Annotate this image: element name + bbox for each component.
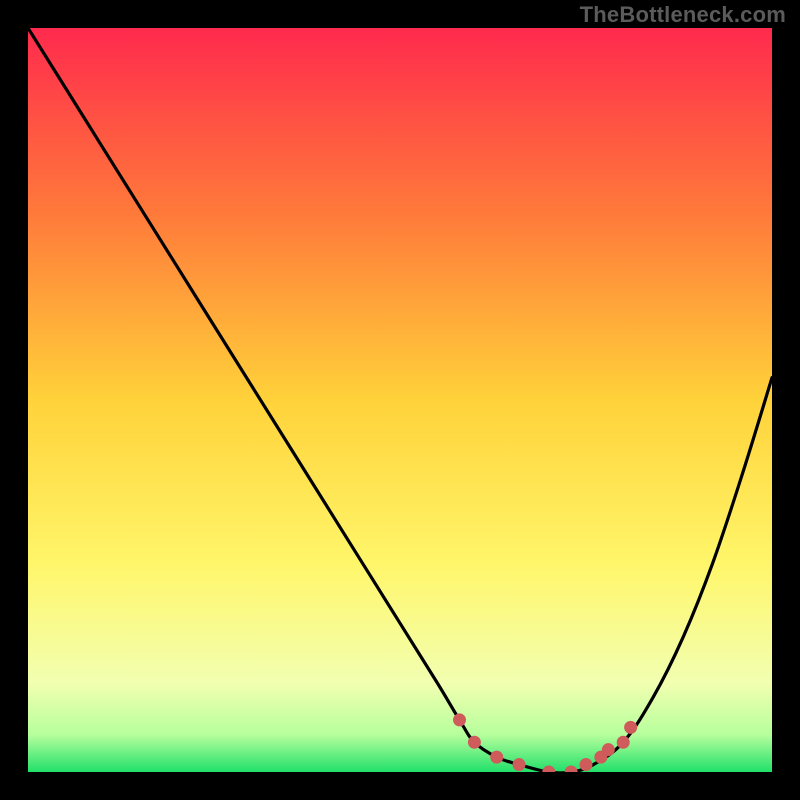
gradient-background: [28, 28, 772, 772]
marker-point: [513, 759, 525, 771]
chart-svg: [28, 28, 772, 772]
marker-point: [602, 744, 614, 756]
marker-point: [454, 714, 466, 726]
marker-point: [468, 736, 480, 748]
watermark-text: TheBottleneck.com: [580, 2, 786, 28]
plot-area: [28, 28, 772, 772]
marker-point: [617, 736, 629, 748]
chart-frame: TheBottleneck.com: [0, 0, 800, 800]
marker-point: [491, 751, 503, 763]
marker-point: [580, 759, 592, 771]
marker-point: [625, 721, 637, 733]
